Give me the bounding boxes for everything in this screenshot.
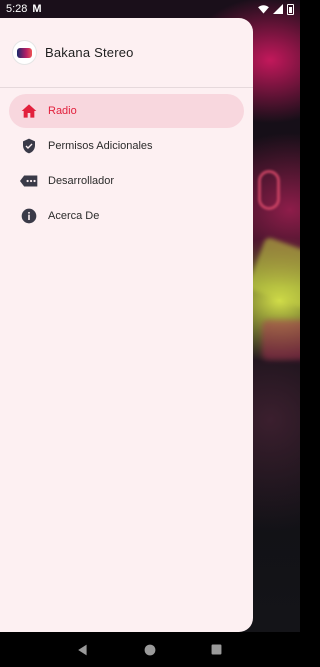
background-decoration: [258, 170, 280, 210]
signal-icon: [273, 4, 283, 14]
menu-item-acerca-de[interactable]: Acerca De: [9, 199, 244, 233]
wifi-icon: [258, 4, 269, 14]
app-title: Bakana Stereo: [45, 45, 134, 60]
home-icon: [20, 102, 38, 120]
menu-item-permisos-adicionales[interactable]: Permisos Adicionales: [9, 129, 244, 163]
back-button[interactable]: [76, 643, 90, 657]
menu-item-label: Desarrollador: [48, 175, 115, 187]
background-decoration: [247, 236, 300, 309]
status-bar: 5:28 M: [0, 0, 300, 18]
background-decoration: [262, 320, 300, 360]
menu-item-label: Acerca De: [48, 210, 100, 222]
notification-m-icon: M: [32, 3, 42, 15]
battery-icon: [287, 3, 294, 15]
screen: 5:28 M Bakana Stereo Radio Permisos Adic…: [0, 0, 300, 667]
menu-item-label: Permisos Adicionales: [48, 140, 153, 152]
home-button[interactable]: [143, 643, 157, 657]
system-nav-bar: [0, 632, 300, 667]
info-icon: [20, 207, 38, 225]
navigation-drawer: Bakana Stereo Radio Permisos Adicionales: [0, 18, 253, 632]
shield-check-icon: [20, 137, 38, 155]
recents-button[interactable]: [210, 643, 224, 657]
app-logo: [12, 40, 37, 65]
drawer-header: Bakana Stereo: [0, 18, 253, 88]
status-time: 5:28: [6, 3, 28, 15]
developer-tag-icon: [20, 172, 38, 190]
drawer-menu: Radio Permisos Adicionales Desarrollador…: [0, 88, 253, 233]
menu-item-radio[interactable]: Radio: [9, 94, 244, 128]
app-logo-image: [17, 47, 32, 58]
menu-item-label: Radio: [48, 105, 77, 117]
menu-item-desarrollador[interactable]: Desarrollador: [9, 164, 244, 198]
